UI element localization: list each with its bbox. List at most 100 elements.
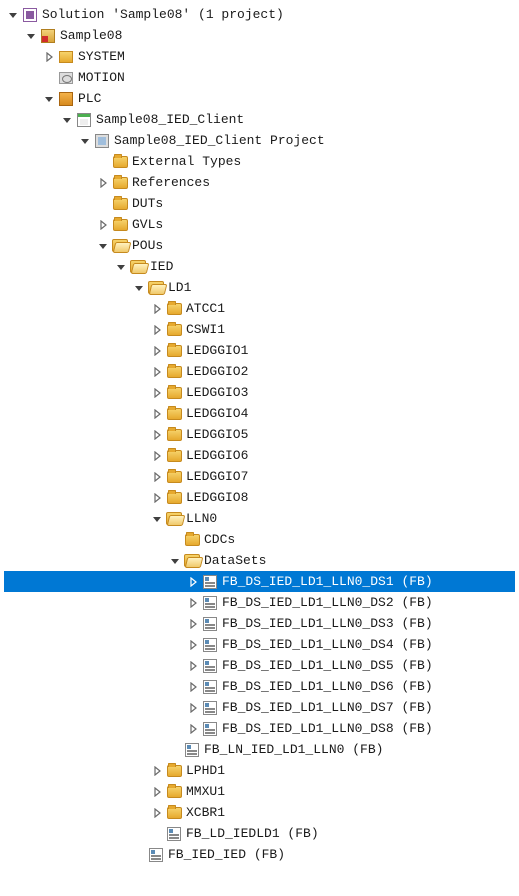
chevron-right-icon[interactable] <box>150 428 164 442</box>
tree-item-xcbr1[interactable]: XCBR1 <box>4 802 515 823</box>
chevron-right-icon[interactable] <box>150 407 164 421</box>
tree-item-system[interactable]: SYSTEM <box>4 46 515 67</box>
tree-item-ds7[interactable]: FB_DS_IED_LD1_LLN0_DS7 (FB) <box>4 697 515 718</box>
tree-item-lnied[interactable]: FB_LN_IED_LD1_LLN0 (FB) <box>4 739 515 760</box>
tree-item-ds5[interactable]: FB_DS_IED_LD1_LLN0_DS5 (FB) <box>4 655 515 676</box>
tree-item-label: FB_IED_IED <box>168 847 246 862</box>
tree-item-label: FB_DS_IED_LD1_LLN0_DS3 <box>222 616 394 631</box>
tree-item-label: References <box>132 175 210 190</box>
tree-item-lg5[interactable]: LEDGGIO5 <box>4 424 515 445</box>
tree-item-ext[interactable]: External Types <box>4 151 515 172</box>
chevron-down-icon[interactable] <box>42 92 56 106</box>
tree-item-cswi1[interactable]: CSWI1 <box>4 319 515 340</box>
tree-item-lg4[interactable]: LEDGGIO4 <box>4 403 515 424</box>
tree-item-pous[interactable]: POUs <box>4 235 515 256</box>
chevron-right-icon[interactable] <box>150 302 164 316</box>
chevron-right-icon[interactable] <box>150 449 164 463</box>
fb-icon <box>202 595 218 611</box>
chevron-down-icon[interactable] <box>24 29 38 43</box>
chevron-down-icon[interactable] <box>114 260 128 274</box>
tree-item-label: LEDGGIO2 <box>186 364 248 379</box>
chevron-right-icon[interactable] <box>150 764 164 778</box>
tree-item-datasets[interactable]: DataSets <box>4 550 515 571</box>
tree-item-fbied[interactable]: FB_IED_IED (FB) <box>4 844 515 865</box>
folder-icon <box>166 343 182 359</box>
tree-item-proj[interactable]: Sample08 <box>4 25 515 46</box>
tree-item-plc[interactable]: PLC <box>4 88 515 109</box>
folder-icon <box>166 448 182 464</box>
chevron-down-icon[interactable] <box>78 134 92 148</box>
chevron-right-icon[interactable] <box>150 491 164 505</box>
folder-icon <box>166 385 182 401</box>
tree-item-atcc1[interactable]: ATCC1 <box>4 298 515 319</box>
chevron-right-icon[interactable] <box>42 50 56 64</box>
tree-item-lln0[interactable]: LLN0 <box>4 508 515 529</box>
chevron-right-icon[interactable] <box>186 659 200 673</box>
chevron-right-icon[interactable] <box>150 386 164 400</box>
tree-item-ds1[interactable]: FB_DS_IED_LD1_LLN0_DS1 (FB) <box>4 571 515 592</box>
tree-item-fbld[interactable]: FB_LD_IEDLD1 (FB) <box>4 823 515 844</box>
chevron-right-icon[interactable] <box>150 365 164 379</box>
chevron-right-icon[interactable] <box>150 344 164 358</box>
tree-item-label: LEDGGIO8 <box>186 490 248 505</box>
solution-explorer-tree[interactable]: Solution 'Sample08' (1 project)Sample08S… <box>4 4 515 865</box>
chevron-down-icon[interactable] <box>150 512 164 526</box>
tree-item-suffix: (FB) <box>394 679 433 694</box>
tree-item-lg7[interactable]: LEDGGIO7 <box>4 466 515 487</box>
tree-item-projinst[interactable]: Sample08_IED_Client Project <box>4 130 515 151</box>
tree-item-label: XCBR1 <box>186 805 225 820</box>
tree-item-ied[interactable]: IED <box>4 256 515 277</box>
tree-item-lg2[interactable]: LEDGGIO2 <box>4 361 515 382</box>
tree-item-label: POUs <box>132 238 163 253</box>
tree-item-label: ATCC1 <box>186 301 225 316</box>
tree-item-ds6[interactable]: FB_DS_IED_LD1_LLN0_DS6 (FB) <box>4 676 515 697</box>
tree-item-app[interactable]: Sample08_IED_Client <box>4 109 515 130</box>
fb-icon <box>148 847 164 863</box>
tree-item-lg1[interactable]: LEDGGIO1 <box>4 340 515 361</box>
chevron-down-icon[interactable] <box>6 8 20 22</box>
tree-item-label: External Types <box>132 154 241 169</box>
tree-item-label: CSWI1 <box>186 322 225 337</box>
tree-item-ds4[interactable]: FB_DS_IED_LD1_LLN0_DS4 (FB) <box>4 634 515 655</box>
tree-item-ds3[interactable]: FB_DS_IED_LD1_LLN0_DS3 (FB) <box>4 613 515 634</box>
folder-icon <box>166 805 182 821</box>
chevron-right-icon[interactable] <box>186 617 200 631</box>
tree-item-lphd1[interactable]: LPHD1 <box>4 760 515 781</box>
chevron-down-icon[interactable] <box>96 239 110 253</box>
chevron-right-icon[interactable] <box>150 323 164 337</box>
tree-item-ds2[interactable]: FB_DS_IED_LD1_LLN0_DS2 (FB) <box>4 592 515 613</box>
folder-icon <box>112 217 128 233</box>
tree-item-lg8[interactable]: LEDGGIO8 <box>4 487 515 508</box>
tree-item-label: Solution 'Sample08' (1 project) <box>42 7 284 22</box>
tree-item-ld1[interactable]: LD1 <box>4 277 515 298</box>
tree-item-gvls[interactable]: GVLs <box>4 214 515 235</box>
tree-item-mmxu1[interactable]: MMXU1 <box>4 781 515 802</box>
chevron-down-icon[interactable] <box>132 281 146 295</box>
chevron-right-icon[interactable] <box>96 176 110 190</box>
chevron-down-icon[interactable] <box>168 554 182 568</box>
tree-item-label: CDCs <box>204 532 235 547</box>
chevron-right-icon[interactable] <box>186 680 200 694</box>
chevron-down-icon[interactable] <box>60 113 74 127</box>
chevron-right-icon[interactable] <box>186 596 200 610</box>
chevron-right-icon[interactable] <box>150 470 164 484</box>
tree-item-sol[interactable]: Solution 'Sample08' (1 project) <box>4 4 515 25</box>
tree-item-duts[interactable]: DUTs <box>4 193 515 214</box>
chevron-right-icon[interactable] <box>186 575 200 589</box>
tree-item-label: FB_DS_IED_LD1_LLN0_DS5 <box>222 658 394 673</box>
fb-icon <box>166 826 182 842</box>
tree-item-ds8[interactable]: FB_DS_IED_LD1_LLN0_DS8 (FB) <box>4 718 515 739</box>
chevron-right-icon[interactable] <box>186 722 200 736</box>
tree-item-ref[interactable]: References <box>4 172 515 193</box>
tree-item-motion[interactable]: MOTION <box>4 67 515 88</box>
tree-item-label: Sample08_IED_Client <box>96 112 244 127</box>
chevron-right-icon[interactable] <box>186 638 200 652</box>
tree-item-lg3[interactable]: LEDGGIO3 <box>4 382 515 403</box>
tree-item-lg6[interactable]: LEDGGIO6 <box>4 445 515 466</box>
chevron-right-icon[interactable] <box>150 806 164 820</box>
chevron-right-icon[interactable] <box>96 218 110 232</box>
chevron-right-icon[interactable] <box>186 701 200 715</box>
tree-item-cdcs[interactable]: CDCs <box>4 529 515 550</box>
folder-icon <box>112 154 128 170</box>
chevron-right-icon[interactable] <box>150 785 164 799</box>
